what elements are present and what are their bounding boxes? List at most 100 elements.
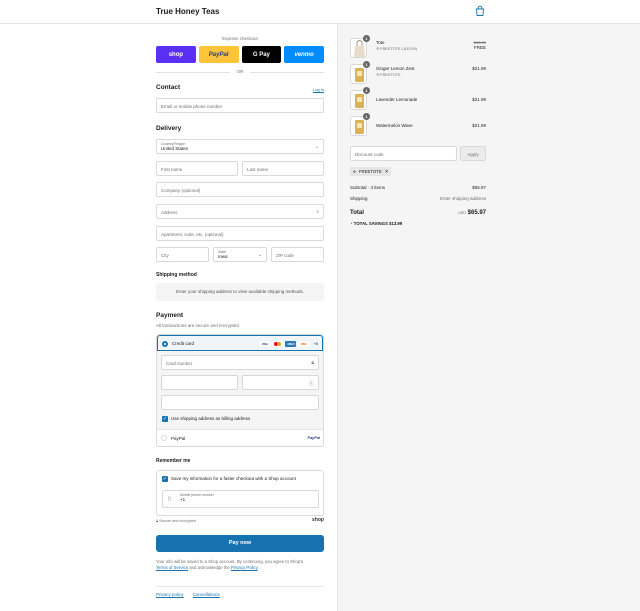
quantity-badge: 1 (363, 113, 370, 120)
quantity-badge: 1 (363, 35, 370, 42)
security-code-field[interactable]: ⓘ (242, 375, 319, 390)
item-name: Watermelon Wave (376, 123, 413, 128)
legal-and: and acknowledge the (189, 565, 230, 570)
privacy-link[interactable]: Privacy Policy (231, 565, 257, 570)
shop-logo: shop (312, 517, 324, 523)
shipping-label: Shipping (350, 196, 368, 201)
remove-discount-icon[interactable]: ✕ (385, 169, 389, 175)
paypal-radio[interactable] (161, 435, 167, 441)
item-name: Lavender Lemonade (376, 97, 418, 102)
credit-card-radio[interactable] (162, 341, 168, 347)
subtotal-row: Subtotal · 4 items $65.97 (350, 185, 486, 190)
item-name: Tote (376, 40, 385, 45)
discount-code-input[interactable]: Discount code (350, 146, 457, 161)
secure-label: Secure and encrypted (159, 519, 197, 523)
address-field[interactable]: Address ⌕ (156, 204, 324, 219)
country-select[interactable]: Country/Region United States ⌄ (156, 139, 324, 154)
line-item: 1 Watermelon Wave $21.99 (350, 113, 486, 138)
city-field[interactable]: City (156, 247, 209, 262)
legal-body: Your info will be saved to a Shop accoun… (156, 559, 304, 564)
phone-icon: ▯ (168, 496, 171, 502)
credit-card-option[interactable]: Credit card VISA AMEX DISC +5 (157, 335, 323, 351)
line-item: 1 Ginger Lemon Zest ⟲ FREETOTE $21.99 (350, 61, 486, 86)
express-buttons: shop PayPal G Pay venmo (156, 46, 324, 63)
apply-button[interactable]: Apply (460, 146, 486, 161)
state-select[interactable]: State Iowa ⌄ (213, 247, 267, 262)
save-info-checkbox[interactable]: ✓ (162, 476, 168, 482)
phone-field[interactable]: ▯ Mobile phone number +1 (162, 490, 319, 508)
search-icon: ⌕ (316, 209, 319, 215)
phone-value: +1 (180, 497, 186, 502)
savings-row: ◔ TOTAL SAVINGS $13.99 (350, 221, 486, 226)
quantity-badge: 1 (363, 87, 370, 94)
pay-now-button[interactable]: Pay now (156, 535, 324, 552)
first-name-field[interactable]: First name (156, 161, 238, 176)
remember-me-box: ✓ Save my information for a faster check… (156, 470, 324, 516)
order-summary: 1 Tote ⟲ FREETOTE (-$13.99) $13.99 FREE … (337, 24, 640, 611)
billing-checkbox[interactable]: ✓ (162, 416, 168, 422)
payment-subtitle: All transactions are secure and encrypte… (156, 323, 241, 328)
card-number-field[interactable]: Card number 🔒︎ (161, 355, 319, 370)
address-placeholder: Address (161, 210, 178, 215)
state-value: Iowa (218, 254, 228, 259)
total-value: $65.97 (467, 210, 486, 216)
google-pay-button[interactable]: G Pay (241, 46, 282, 63)
item-price: $13.99 FREE (474, 40, 486, 50)
item-price: $21.99 (472, 97, 486, 102)
shipping-method-notice: Enter your shipping address to view avai… (156, 283, 324, 301)
shop-pay-button[interactable]: shop (156, 46, 196, 63)
item-new-price: FREE (473, 45, 486, 50)
savings-value: $13.99 (389, 221, 403, 226)
savings-label: TOTAL SAVINGS (353, 221, 388, 226)
subtotal-value: $65.97 (472, 185, 486, 190)
legal-text: Your info will be saved to a Shop accoun… (156, 559, 324, 571)
shopping-bag-icon[interactable] (474, 5, 486, 17)
help-icon[interactable]: ⓘ (309, 380, 314, 387)
tag-icon: ⟡ (353, 169, 356, 174)
payment-heading: Payment (156, 312, 184, 319)
payment-methods: Credit card VISA AMEX DISC +5 Card numbe… (156, 334, 324, 447)
subtotal-label: Subtotal · 4 items (350, 185, 386, 190)
last-name-field[interactable]: Last name (242, 161, 324, 176)
total-row: Total USD $65.97 (350, 210, 486, 216)
total-label: Total (350, 210, 364, 216)
zip-field[interactable]: ZIP code (271, 247, 324, 262)
venmo-button[interactable]: venmo (284, 46, 324, 63)
shipping-value: Enter shipping address (439, 196, 486, 201)
email-field[interactable]: Email or mobile phone number (156, 98, 324, 113)
contact-heading: Contact (156, 84, 181, 91)
top-header: True Honey Teas (0, 0, 640, 24)
item-price: $21.99 (472, 66, 486, 71)
terms-link[interactable]: Terms of Service (156, 565, 188, 570)
privacy-policy-link[interactable]: Privacy policy (156, 592, 184, 597)
visa-icon: VISA (259, 341, 271, 347)
legal-end: . (257, 565, 259, 570)
apartment-field[interactable]: Apartment, suite, etc. (optional) (156, 226, 324, 241)
billing-checkbox-label: Use shipping address as billing address (171, 416, 251, 421)
store-name[interactable]: True Honey Teas (156, 7, 219, 16)
cancellations-link[interactable]: Cancellations (193, 592, 220, 597)
paypal-option[interactable]: PayPal PayPal (157, 431, 325, 447)
quantity-badge: 1 (363, 61, 370, 68)
card-number-placeholder: Card number (166, 361, 193, 366)
amex-icon: AMEX (285, 341, 297, 347)
discount-tag-code: FREETOTE (358, 169, 382, 174)
name-on-card-field[interactable] (161, 395, 319, 410)
total-amount: USD $65.97 (458, 210, 486, 216)
remember-me-heading: Remember me (156, 458, 191, 464)
country-value: United States (161, 146, 189, 151)
line-item: 1 Lavender Lemonade $21.99 (350, 87, 486, 112)
item-name: Ginger Lemon Zest (376, 66, 415, 71)
footer-links: Privacy policy Cancellations (156, 586, 324, 597)
company-field[interactable]: Company (optional) (156, 182, 324, 197)
item-discount: ⟲ FREETOTE (376, 72, 400, 77)
card-brands: VISA AMEX DISC +5 (259, 341, 318, 347)
paypal-button[interactable]: PayPal (198, 46, 239, 63)
login-link[interactable]: Log in (313, 87, 324, 92)
chevron-down-icon: ⌄ (314, 144, 319, 150)
more-cards: +5 (313, 341, 318, 346)
expiry-field[interactable] (161, 375, 238, 390)
discover-icon: DISC (298, 341, 310, 347)
discount-tag: ⟡ FREETOTE ✕ (350, 167, 392, 176)
delivery-heading: Delivery (156, 125, 182, 132)
